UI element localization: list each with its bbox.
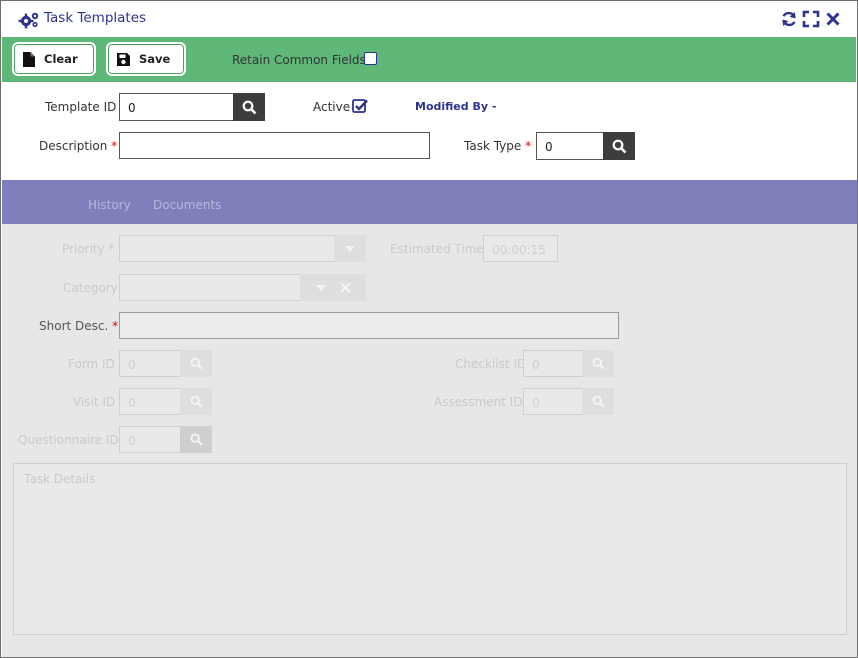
close-icon[interactable] (824, 10, 842, 28)
priority-label: Priority * (62, 242, 115, 256)
modified-by-label: Modified By - (415, 100, 497, 113)
tab-documents[interactable]: Documents (153, 198, 221, 212)
visit-id-label: Visit ID (73, 395, 116, 409)
tab-history[interactable]: History (88, 198, 131, 212)
clear-label: Clear (44, 52, 78, 66)
window-title: Task Templates (44, 10, 147, 26)
task-details-label: Task Details (24, 472, 96, 486)
chevron-down-icon (345, 245, 355, 252)
floppy-disk-icon (117, 52, 130, 66)
refresh-icon[interactable] (780, 10, 798, 28)
estimated-time-label: Estimated Time (390, 242, 484, 256)
search-icon (592, 395, 604, 408)
task-type-label: Task Type * (464, 139, 532, 153)
assessment-id-label: Assessment ID (434, 395, 523, 409)
chevron-down-icon[interactable] (315, 284, 326, 291)
search-icon (592, 357, 604, 370)
task-templates-window: Task Templates Clear Save Retain Common … (0, 0, 858, 658)
assessment-id-search-button[interactable] (582, 388, 614, 415)
template-id-input[interactable]: 0 (119, 93, 234, 121)
visit-id-input[interactable]: 0 (119, 388, 181, 415)
checklist-id-search-button[interactable] (582, 350, 614, 377)
search-icon (242, 100, 256, 114)
toolbar: Clear Save Retain Common Fields (2, 37, 856, 82)
active-checkbox[interactable] (352, 98, 368, 114)
clear-button[interactable]: Clear (12, 42, 96, 76)
visit-id-search-button[interactable] (180, 388, 212, 415)
checklist-id-input[interactable]: 0 (523, 350, 583, 377)
save-button[interactable]: Save (106, 42, 186, 76)
task-details-textarea[interactable]: Task Details (13, 463, 847, 635)
clear-x-icon[interactable] (339, 282, 351, 293)
search-icon (190, 357, 202, 370)
category-controls (300, 274, 366, 301)
task-type-input[interactable]: 0 (536, 132, 604, 160)
category-select[interactable] (119, 274, 301, 301)
category-label: Category (63, 281, 118, 295)
priority-dropdown-button[interactable] (334, 235, 366, 262)
questionnaire-id-search-button[interactable] (180, 426, 212, 453)
retain-common-fields-label: Retain Common Fields (232, 53, 366, 67)
search-icon (612, 139, 626, 153)
active-label: Active (313, 100, 351, 114)
gears-icon (18, 12, 39, 29)
checklist-id-label: Checklist ID (455, 357, 527, 371)
description-label: Description * (39, 139, 118, 153)
estimated-time-input[interactable]: 00:00:15 (483, 235, 558, 262)
form-id-label: Form ID (68, 357, 115, 371)
form-id-input[interactable]: 0 (119, 350, 181, 377)
form-id-search-button[interactable] (180, 350, 212, 377)
short-desc-label: Short Desc. * (39, 319, 119, 333)
assessment-id-input[interactable]: 0 (523, 388, 583, 415)
questionnaire-id-label: Questionnaire ID (18, 433, 119, 447)
questionnaire-id-input[interactable]: 0 (119, 426, 181, 453)
tab-bar: History Documents (2, 180, 857, 224)
priority-select[interactable] (119, 235, 335, 262)
file-icon (23, 51, 35, 67)
description-input[interactable] (119, 132, 430, 159)
retain-common-fields-checkbox[interactable] (364, 52, 377, 65)
short-desc-input[interactable] (119, 312, 619, 339)
search-icon (190, 433, 202, 446)
search-icon (190, 395, 202, 408)
template-id-label: Template ID (45, 100, 117, 114)
title-bar: Task Templates (1, 1, 857, 38)
expand-icon[interactable] (802, 10, 820, 28)
task-type-search-button[interactable] (603, 132, 635, 160)
template-id-search-button[interactable] (233, 93, 265, 121)
save-label: Save (139, 52, 171, 66)
